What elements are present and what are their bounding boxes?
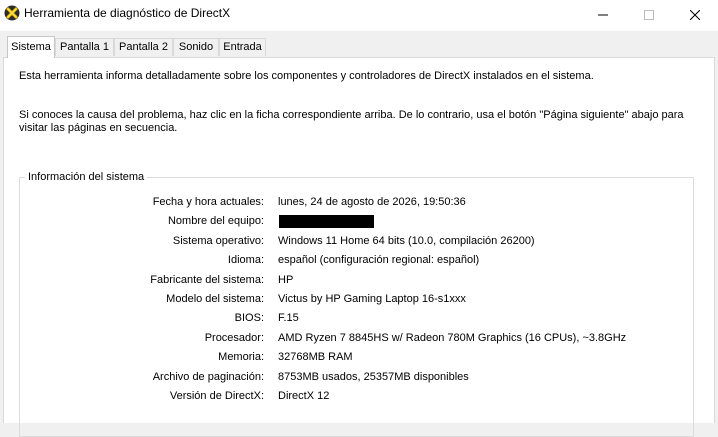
info-value: lunes, 24 de agosto de 2026, 19:50:36 (278, 196, 466, 208)
tab-sistema[interactable]: Sistema (7, 36, 55, 58)
info-label: BIOS: (234, 312, 264, 324)
tab-pantalla-1[interactable]: Pantalla 1 (55, 38, 114, 56)
info-value: 8753MB usados, 25357MB disponibles (278, 371, 469, 383)
tab-strip: Sistema Pantalla 1 Pantalla 2 Sonido Ent… (0, 31, 718, 58)
window-title: Herramienta de diagnóstico de DirectX (24, 6, 231, 20)
info-value: 32768MB RAM (278, 351, 353, 363)
info-row-os: Sistema operativo: Windows 11 Home 64 bi… (4, 235, 704, 251)
info-value: Victus by HP Gaming Laptop 16-s1xxx (278, 293, 466, 305)
info-value: HP (278, 274, 294, 286)
info-row-bios: BIOS: F.15 (4, 312, 704, 328)
info-label: Fabricante del sistema: (150, 274, 264, 286)
info-label: Fecha y hora actuales: (152, 196, 264, 208)
maximize-button (626, 0, 672, 30)
info-row-memory: Memoria: 32768MB RAM (4, 351, 704, 367)
tab-sonido[interactable]: Sonido (173, 38, 219, 56)
info-value: español (configuración regional: español… (278, 254, 480, 266)
info-value: DirectX 12 (278, 390, 330, 402)
info-label: Nombre del equipo: (167, 215, 264, 227)
system-info-title: Información del sistema (25, 171, 148, 183)
info-label: Modelo del sistema: (166, 293, 264, 305)
tab-entrada[interactable]: Entrada (219, 38, 266, 56)
info-label: Versión de DirectX: (169, 390, 264, 402)
close-button[interactable] (672, 0, 718, 30)
info-row-page-file: Archivo de paginación: 8753MB usados, 25… (4, 371, 704, 387)
info-label: Procesador: (204, 332, 264, 344)
minimize-button[interactable] (580, 0, 626, 30)
info-row-language: Idioma: español (configuración regional:… (4, 254, 704, 270)
info-label: Idioma: (227, 254, 264, 266)
info-row-processor: Procesador: AMD Ryzen 7 8845HS w/ Radeon… (4, 332, 704, 348)
info-row-directx-version: Versión de DirectX: DirectX 12 (4, 390, 704, 406)
system-tab-panel: Esta herramienta informa detalladamente … (3, 57, 715, 437)
info-value: Windows 11 Home 64 bits (10.0, compilaci… (278, 235, 535, 247)
instructions-text: Si conoces la causa del problema, haz cl… (19, 109, 684, 134)
directx-app-icon (4, 5, 20, 21)
info-label: Sistema operativo: (172, 235, 264, 247)
maximize-icon (644, 10, 654, 20)
info-row-manufacturer: Fabricante del sistema: HP (4, 274, 704, 290)
close-icon (690, 10, 700, 20)
info-row-model: Modelo del sistema: Victus by HP Gaming … (4, 293, 704, 309)
minimize-icon (598, 14, 608, 16)
info-label: Archivo de paginación: (152, 371, 264, 383)
title-bar: Herramienta de diagnóstico de DirectX (0, 0, 718, 31)
info-label: Memoria: (218, 351, 264, 363)
redacted-computer-name (279, 215, 374, 228)
info-row-date: Fecha y hora actuales: lunes, 24 de agos… (4, 196, 704, 212)
info-value: F.15 (278, 312, 299, 324)
info-value: AMD Ryzen 7 8845HS w/ Radeon 780M Graphi… (278, 332, 627, 344)
tab-pantalla-2[interactable]: Pantalla 2 (114, 38, 173, 56)
intro-text: Esta herramienta informa detalladamente … (19, 70, 594, 82)
